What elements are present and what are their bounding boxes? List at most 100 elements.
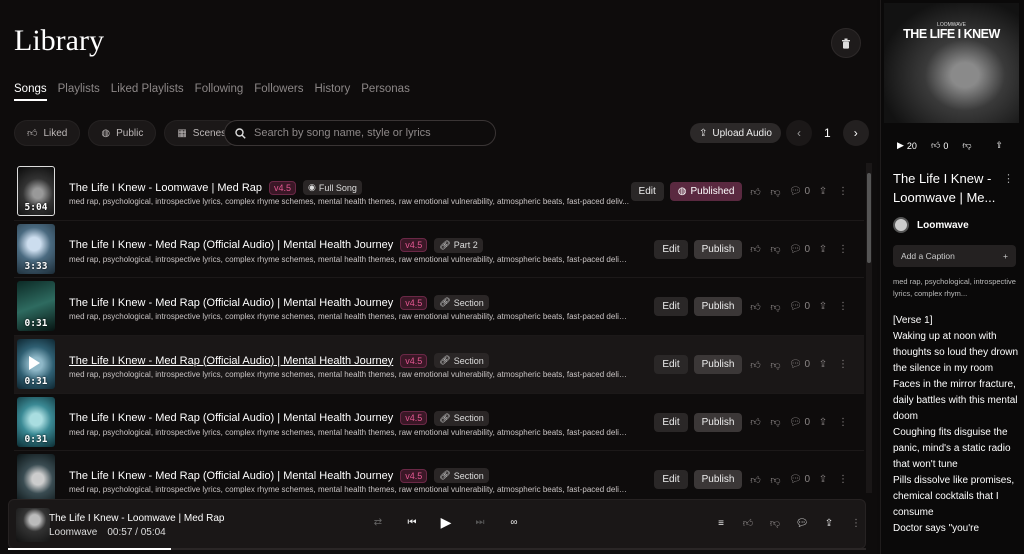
more-icon[interactable]: ⋮ [836, 473, 850, 487]
edit-button[interactable]: Edit [654, 239, 688, 259]
song-cover[interactable]: 5:04 [17, 166, 55, 216]
song-cover[interactable]: 0:31 [17, 281, 55, 332]
more-icon[interactable]: ⋮ [836, 242, 850, 256]
more-icon[interactable]: ⋮ [849, 516, 863, 530]
thumbs-up-icon[interactable]: 👍︎ [748, 185, 762, 199]
comment-icon[interactable]: 💬︎ [788, 185, 802, 199]
dislike-icon[interactable]: 👎︎ [962, 140, 971, 151]
thumbs-down-icon[interactable]: 👎︎ [768, 300, 782, 314]
thumbs-up-icon[interactable]: 👍︎ [748, 300, 762, 314]
publish-button[interactable]: Publish [693, 297, 743, 317]
song-style-tags: med rap, psychological, introspective ly… [69, 370, 629, 380]
share-icon[interactable]: ⇪ [822, 516, 836, 530]
share-icon[interactable]: ⇪ [816, 358, 830, 372]
search-input[interactable] [254, 127, 474, 139]
next-track-icon[interactable]: ⏭︎ [473, 515, 487, 529]
song-row[interactable]: 5:04 The Life I Knew - Loomwave | Med Ra… [14, 163, 864, 221]
thumbs-down-icon[interactable]: 👎︎ [768, 358, 782, 372]
song-title[interactable]: The Life I Knew - Loomwave | Med Rap [69, 182, 262, 194]
thumbs-down-icon[interactable]: 👎︎ [768, 473, 782, 487]
thumbs-up-icon[interactable]: 👍︎ [748, 242, 762, 256]
thumbs-down-icon[interactable]: 👎︎ [768, 185, 782, 199]
thumbs-up-icon[interactable]: 👍︎ [748, 358, 762, 372]
song-cover[interactable]: 0:31 [17, 339, 55, 390]
upload-audio-button[interactable]: ⇪ Upload Audio [690, 123, 781, 143]
edit-button[interactable]: Edit [654, 297, 688, 317]
share-icon[interactable]: ⇪ [816, 415, 830, 429]
edit-button[interactable]: Edit [654, 412, 688, 432]
tab-personas[interactable]: Personas [361, 83, 410, 101]
edit-button[interactable]: Edit [630, 182, 664, 201]
play-icon[interactable]: ▶︎ [439, 514, 453, 530]
share-icon[interactable]: ⇪ [996, 140, 1004, 151]
song-row[interactable]: 0:31 The Life I Knew - Med Rap (Official… [14, 278, 864, 337]
tab-songs[interactable]: Songs [14, 83, 47, 101]
more-icon[interactable]: ⋮ [836, 415, 850, 429]
detail-artist[interactable]: Loomwave [893, 217, 969, 233]
shuffle-icon[interactable]: ⇄ [371, 515, 385, 529]
tab-liked-playlists[interactable]: Liked Playlists [111, 83, 184, 101]
publish-button[interactable]: ◍ Published [669, 182, 743, 201]
song-title[interactable]: The Life I Knew - Med Rap (Official Audi… [69, 297, 393, 309]
share-icon[interactable]: ⇪ [816, 242, 830, 256]
song-cover[interactable] [17, 454, 55, 505]
more-icon[interactable]: ⋮ [836, 358, 850, 372]
share-icon[interactable]: ⇪ [816, 300, 830, 314]
comment-icon[interactable]: 💬︎ [795, 516, 809, 530]
previous-track-icon[interactable]: ⏮︎ [405, 515, 419, 529]
more-icon[interactable]: ⋮ [836, 185, 850, 199]
thumbs-up-icon[interactable]: 👍︎ [748, 415, 762, 429]
next-page-button[interactable]: › [842, 120, 869, 146]
song-title[interactable]: The Life I Knew - Med Rap (Official Audi… [69, 470, 393, 482]
song-row[interactable]: 0:31 The Life I Knew - Med Rap (Official… [14, 336, 864, 394]
public-filter-button[interactable]: ◍ Public [88, 120, 157, 146]
song-title[interactable]: The Life I Knew - Med Rap (Official Audi… [69, 355, 393, 367]
thumbs-down-icon[interactable]: 👎︎ [768, 516, 782, 530]
song-row[interactable]: 0:31 The Life I Knew - Med Rap (Official… [14, 394, 864, 452]
add-caption-button[interactable]: Add a Caption + [893, 245, 1016, 267]
song-cover[interactable]: 3:33 [17, 223, 55, 274]
lyric-line: Pills dissolve like promises, chemical c… [893, 475, 1015, 518]
thumbs-up-icon[interactable]: 👍︎ [741, 516, 755, 530]
publish-button[interactable]: Publish [693, 239, 743, 259]
publish-button[interactable]: Publish [693, 412, 743, 432]
like-count-icon[interactable]: 👍︎ [931, 140, 940, 151]
publish-button[interactable]: Publish [693, 355, 743, 375]
edit-button[interactable]: Edit [654, 470, 688, 490]
song-title[interactable]: The Life I Knew - Med Rap (Official Audi… [69, 239, 393, 251]
prev-page-button[interactable]: ‹ [786, 120, 812, 146]
play-overlay-icon[interactable] [29, 356, 40, 371]
song-cover[interactable]: 0:31 [17, 396, 55, 447]
comment-icon[interactable]: 💬︎ [788, 358, 802, 372]
queue-icon[interactable]: ≡ [714, 516, 728, 530]
edit-button[interactable]: Edit [654, 355, 688, 375]
tab-playlists[interactable]: Playlists [58, 83, 100, 101]
comment-icon[interactable]: 💬︎ [788, 242, 802, 256]
more-icon[interactable]: ⋮ [1003, 172, 1014, 185]
comment-icon[interactable]: 💬︎ [788, 473, 802, 487]
comment-count: 0 [804, 186, 810, 197]
player-song-title[interactable]: The Life I Knew - Loomwave | Med Rap [49, 513, 224, 524]
comment-icon[interactable]: 💬︎ [788, 415, 802, 429]
player-cover[interactable] [16, 508, 50, 542]
tab-history[interactable]: History [314, 83, 350, 101]
trash-button[interactable] [831, 28, 861, 58]
tab-following[interactable]: Following [195, 83, 244, 101]
repeat-icon[interactable]: ∞ [507, 515, 521, 529]
share-icon[interactable]: ⇪ [816, 185, 830, 199]
tab-followers[interactable]: Followers [254, 83, 303, 101]
playback-progress[interactable] [8, 548, 866, 550]
publish-button[interactable]: Publish [693, 470, 743, 490]
song-title[interactable]: The Life I Knew - Med Rap (Official Audi… [69, 412, 393, 424]
song-row[interactable]: 3:33 The Life I Knew - Med Rap (Official… [14, 221, 864, 279]
thumbs-up-icon[interactable]: 👍︎ [748, 473, 762, 487]
comment-icon[interactable]: 💬︎ [788, 300, 802, 314]
thumbs-down-icon[interactable]: 👎︎ [768, 415, 782, 429]
scrollbar-thumb[interactable] [867, 173, 871, 263]
song-list-scrollbar[interactable] [866, 163, 872, 493]
player-artist[interactable]: Loomwave [49, 527, 97, 538]
liked-filter-button[interactable]: 👍︎ Liked [14, 120, 81, 146]
thumbs-down-icon[interactable]: 👎︎ [768, 242, 782, 256]
share-icon[interactable]: ⇪ [816, 473, 830, 487]
more-icon[interactable]: ⋮ [836, 300, 850, 314]
